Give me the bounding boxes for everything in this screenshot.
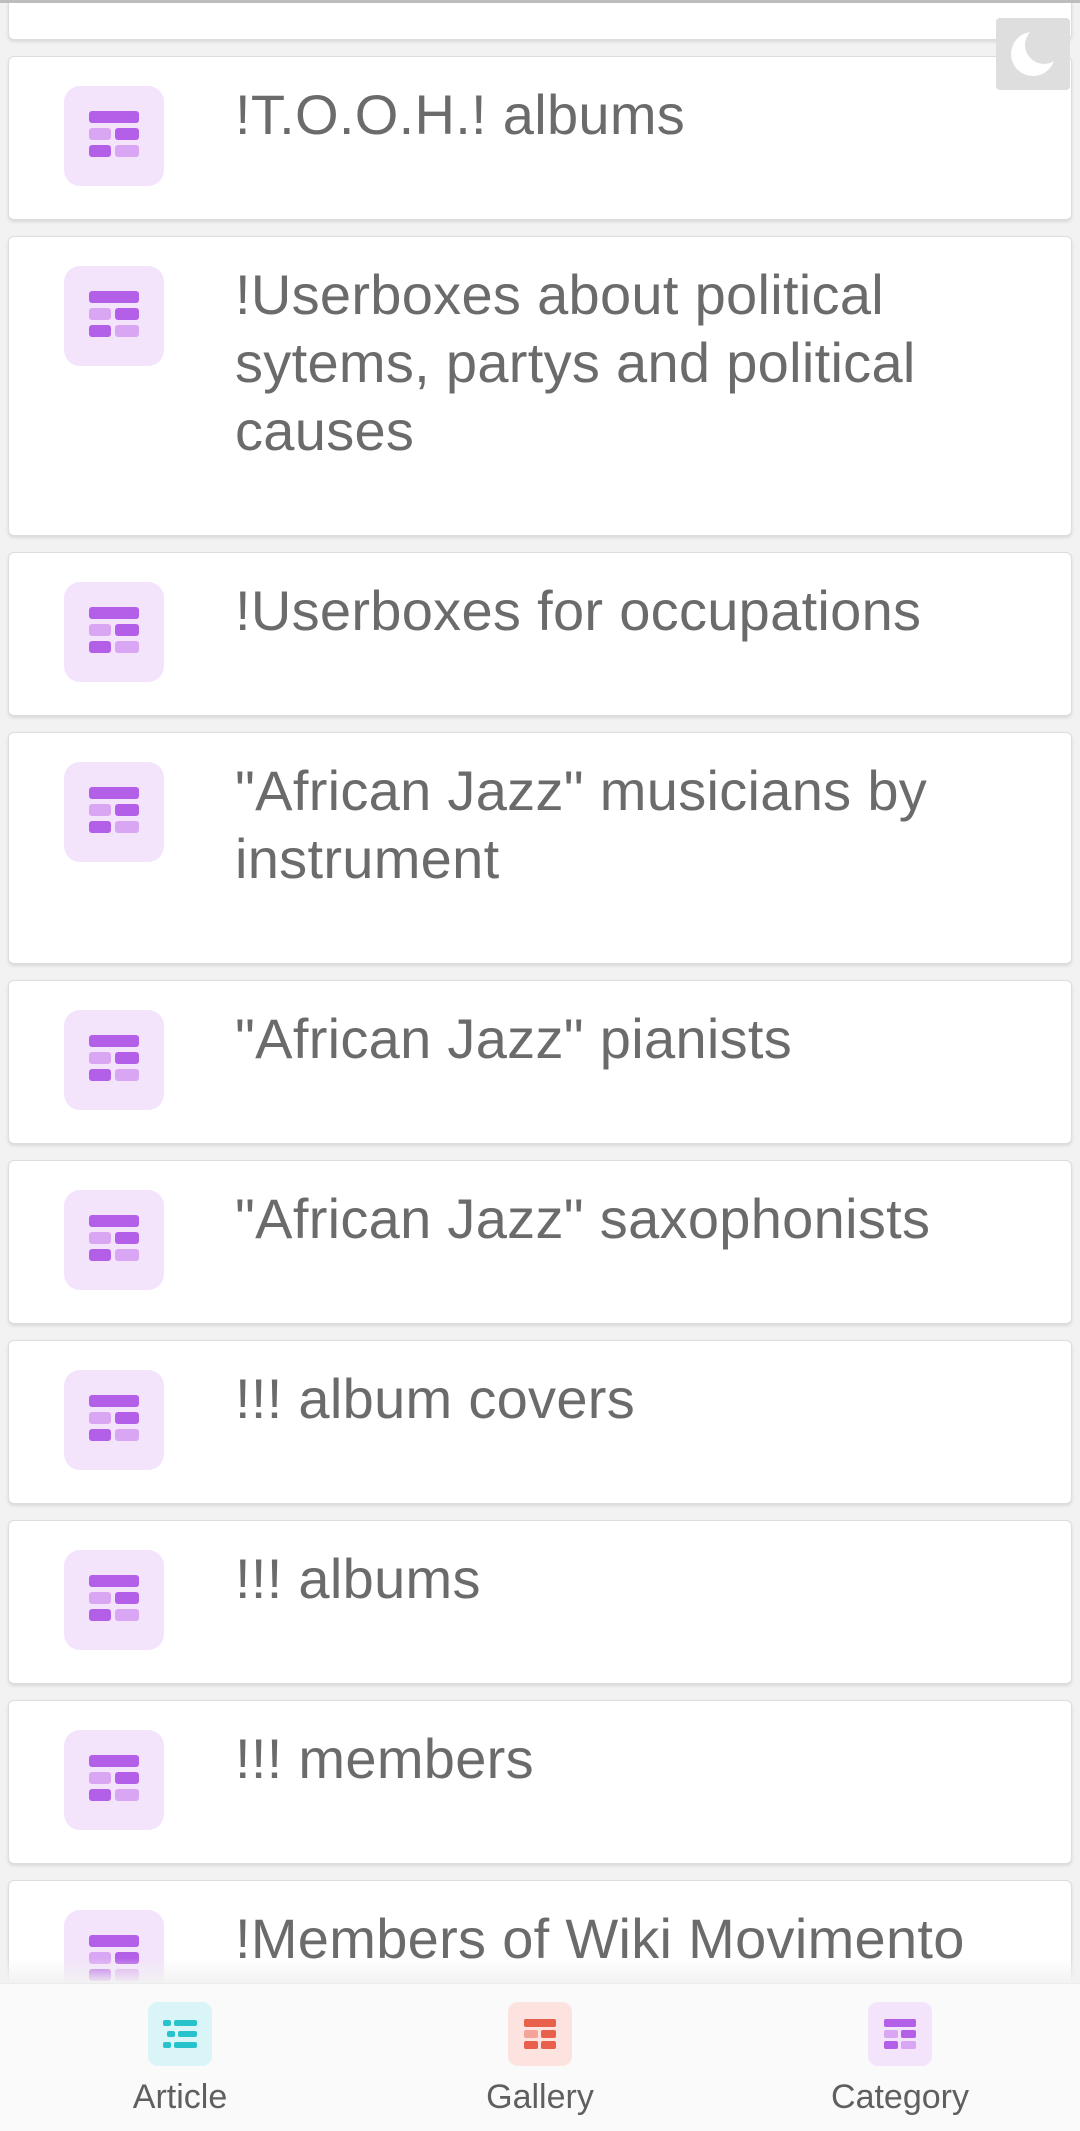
list-item[interactable]: !!! members xyxy=(8,1700,1072,1864)
list-item-label: "African Jazz" musicians by instrument xyxy=(235,759,928,890)
list-item-label: !T.O.O.H.! albums xyxy=(235,83,686,146)
top-divider xyxy=(0,0,1080,3)
category-grid-glyph xyxy=(89,607,139,653)
gallery-grid-icon xyxy=(508,2002,572,2066)
nav-fade xyxy=(0,1958,1080,1984)
list-item-label: !Userboxes about political sytems, party… xyxy=(235,263,916,462)
category-grid-glyph xyxy=(89,1215,139,1261)
list-item-label: !!! members xyxy=(235,1727,534,1790)
list-item[interactable]: !!! album covers xyxy=(8,1340,1072,1504)
list-item-label: !Userboxes for occupations xyxy=(235,579,922,642)
gallery-grid-glyph xyxy=(524,2019,556,2049)
list-item[interactable]: !T.O.O.H.! albums xyxy=(8,56,1072,220)
list-item[interactable]: "African Jazz" saxophonists xyxy=(8,1160,1072,1324)
night-mode-button[interactable] xyxy=(996,18,1070,90)
article-list-icon xyxy=(148,2002,212,2066)
bottom-navigation: Article Gallery Category xyxy=(0,1983,1080,2131)
category-grid-glyph xyxy=(884,2019,916,2049)
category-grid-icon xyxy=(64,582,164,682)
category-grid-glyph xyxy=(89,1395,139,1441)
category-grid-glyph xyxy=(89,111,139,157)
category-grid-glyph xyxy=(89,1575,139,1621)
category-grid-glyph xyxy=(89,1755,139,1801)
article-list-glyph xyxy=(163,2020,197,2048)
list-item[interactable]: !!! albums xyxy=(8,1520,1072,1684)
nav-item-article[interactable]: Article xyxy=(0,1984,360,2131)
category-grid-glyph xyxy=(89,1035,139,1081)
list-item-label: !!! album covers xyxy=(235,1367,636,1430)
category-grid-icon xyxy=(868,2002,932,2066)
list-item[interactable]: !Userboxes about political sytems, party… xyxy=(8,236,1072,536)
list-item[interactable]: "African Jazz" pianists xyxy=(8,980,1072,1144)
category-grid-icon xyxy=(64,1010,164,1110)
screen: !T.O.O.H.! albums !Userboxes about polit… xyxy=(0,0,1080,2131)
list-item[interactable]: "African Jazz" musicians by instrument xyxy=(8,732,1072,964)
list-item-label: "African Jazz" pianists xyxy=(235,1007,793,1070)
category-grid-icon xyxy=(64,1550,164,1650)
category-grid-icon xyxy=(64,1190,164,1290)
category-grid-icon xyxy=(64,86,164,186)
nav-item-gallery[interactable]: Gallery xyxy=(360,1984,720,2131)
list-item-label: "African Jazz" saxophonists xyxy=(235,1187,931,1250)
nav-label-category: Category xyxy=(831,2078,969,2116)
list-item-partial[interactable] xyxy=(8,0,1072,40)
category-grid-glyph xyxy=(89,291,139,337)
nav-label-article: Article xyxy=(132,2078,228,2116)
category-grid-icon xyxy=(64,762,164,862)
category-grid-icon xyxy=(64,266,164,366)
category-grid-icon xyxy=(64,1370,164,1470)
category-grid-icon xyxy=(64,1730,164,1830)
list-item-label: !!! albums xyxy=(235,1547,481,1610)
nav-label-gallery: Gallery xyxy=(486,2078,594,2116)
nav-item-category[interactable]: Category xyxy=(720,1984,1080,2131)
category-grid-glyph xyxy=(89,787,139,833)
list-item[interactable]: !Userboxes for occupations xyxy=(8,552,1072,716)
moon-icon xyxy=(1011,27,1060,76)
